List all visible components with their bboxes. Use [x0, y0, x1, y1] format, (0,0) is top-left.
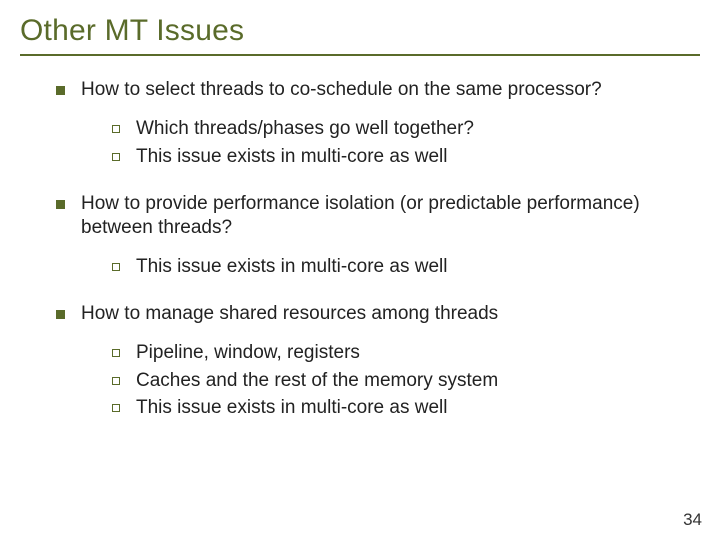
- bullet-level1: How to select threads to co-schedule on …: [56, 78, 700, 102]
- spacer: [20, 172, 700, 192]
- spacer: [20, 246, 700, 254]
- bullet-level2: Caches and the rest of the memory system: [112, 368, 700, 394]
- bullet-level2: This issue exists in multi-core as well: [112, 254, 700, 280]
- bullet-text: This issue exists in multi-core as well: [136, 254, 447, 280]
- bullet-text: How to manage shared resources among thr…: [81, 302, 498, 326]
- hollow-square-bullet-icon: [112, 377, 120, 385]
- square-bullet-icon: [56, 310, 65, 319]
- spacer: [20, 332, 700, 340]
- square-bullet-icon: [56, 86, 65, 95]
- bullet-text: Which threads/phases go well together?: [136, 116, 474, 142]
- bullet-level2: This issue exists in multi-core as well: [112, 144, 700, 170]
- hollow-square-bullet-icon: [112, 263, 120, 271]
- bullet-level2: This issue exists in multi-core as well: [112, 395, 700, 421]
- title-rule: [20, 54, 700, 56]
- bullet-level2: Which threads/phases go well together?: [112, 116, 700, 142]
- spacer: [20, 282, 700, 302]
- bullet-text: Pipeline, window, registers: [136, 340, 360, 366]
- hollow-square-bullet-icon: [112, 125, 120, 133]
- slide-title: Other MT Issues: [20, 14, 700, 48]
- bullet-text: How to provide performance isolation (or…: [81, 192, 700, 241]
- hollow-square-bullet-icon: [112, 153, 120, 161]
- hollow-square-bullet-icon: [112, 349, 120, 357]
- bullet-text: This issue exists in multi-core as well: [136, 395, 447, 421]
- bullet-level2: Pipeline, window, registers: [112, 340, 700, 366]
- slide: Other MT Issues How to select threads to…: [0, 0, 720, 540]
- bullet-text: Caches and the rest of the memory system: [136, 368, 498, 394]
- bullet-level1: How to provide performance isolation (or…: [56, 192, 700, 241]
- bullet-text: This issue exists in multi-core as well: [136, 144, 447, 170]
- bullet-text: How to select threads to co-schedule on …: [81, 78, 602, 102]
- bullet-level1: How to manage shared resources among thr…: [56, 302, 700, 326]
- page-number: 34: [683, 510, 702, 530]
- square-bullet-icon: [56, 200, 65, 209]
- spacer: [20, 108, 700, 116]
- hollow-square-bullet-icon: [112, 404, 120, 412]
